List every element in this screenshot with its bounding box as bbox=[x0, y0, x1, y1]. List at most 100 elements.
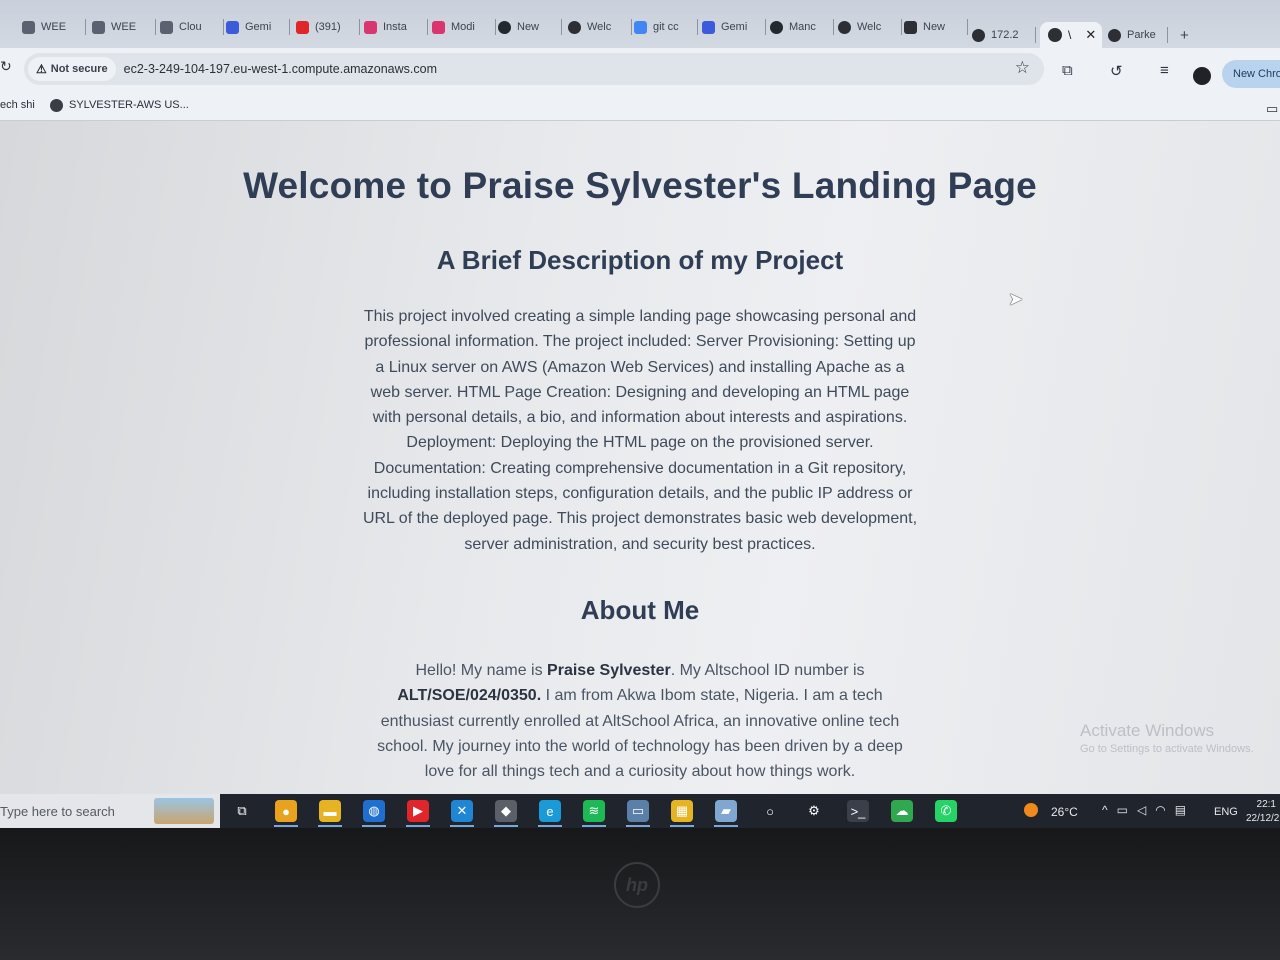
activate-title: Activate Windows bbox=[1080, 721, 1215, 740]
browser-tab[interactable]: (391) bbox=[296, 14, 360, 40]
running-indicator bbox=[714, 825, 738, 827]
globe-icon bbox=[1108, 28, 1121, 42]
running-indicator bbox=[494, 825, 518, 827]
notes-icon[interactable]: ▰ bbox=[715, 800, 737, 822]
reading-list-icon[interactable]: ≡ bbox=[1160, 62, 1169, 79]
folder-icon bbox=[22, 20, 35, 34]
wifi-icon[interactable]: ◠ bbox=[1155, 803, 1174, 817]
bookmark-item[interactable]: ech shi bbox=[0, 97, 35, 113]
new-chrome-button[interactable]: New Chro bbox=[1222, 60, 1280, 88]
weather-icon[interactable] bbox=[1024, 803, 1038, 817]
taskbar-search-input[interactable]: Type here to search bbox=[0, 794, 220, 828]
history-icon[interactable]: ↺ bbox=[1110, 62, 1123, 80]
globe-icon bbox=[50, 98, 63, 112]
browser-tab[interactable]: Gemi bbox=[702, 14, 766, 40]
bookmark-label: SYLVESTER-AWS US... bbox=[69, 99, 189, 111]
tab-separator bbox=[155, 19, 156, 35]
new-tab-button[interactable]: + bbox=[1180, 27, 1189, 44]
tab-separator bbox=[561, 19, 562, 35]
address-bar: ↻ ⚠ Not secure ec2-3-249-104-197.eu-west… bbox=[0, 48, 1280, 90]
running-indicator bbox=[626, 825, 650, 827]
git-icon[interactable]: ◆ bbox=[495, 800, 517, 822]
page-title: Welcome to Praise Sylvester's Landing Pa… bbox=[243, 165, 1037, 206]
security-chip[interactable]: ⚠ Not secure bbox=[28, 57, 116, 81]
browser-tab[interactable]: Insta bbox=[364, 14, 428, 40]
other-bookmarks-icon[interactable]: ▭ bbox=[1266, 101, 1278, 117]
settings-icon[interactable]: ⚙ bbox=[803, 800, 825, 822]
globe-icon bbox=[838, 20, 851, 34]
profile-avatar[interactable] bbox=[1193, 67, 1211, 85]
bookmark-star-icon[interactable]: ☆ bbox=[1015, 58, 1030, 78]
calculator-icon[interactable]: ▦ bbox=[671, 800, 693, 822]
browser-tab[interactable]: git cc bbox=[634, 14, 698, 40]
task-view-icon[interactable]: ⧉ bbox=[231, 800, 253, 822]
google-icon bbox=[634, 20, 647, 34]
tab-separator bbox=[765, 19, 766, 35]
browser-tab[interactable]: Manc bbox=[770, 14, 834, 40]
browser-tab[interactable]: New bbox=[498, 14, 562, 40]
browser-tab[interactable]: 172.2 bbox=[972, 22, 1036, 48]
search-placeholder: Type here to search bbox=[0, 803, 115, 819]
active-tab[interactable]: \ ✕ bbox=[1040, 22, 1102, 48]
page-viewport: Welcome to Praise Sylvester's Landing Pa… bbox=[0, 121, 1280, 794]
globe-icon bbox=[568, 20, 581, 34]
about-text: Hello! My name is Praise Sylvester. My A… bbox=[375, 658, 905, 784]
browser-tab[interactable]: WEE bbox=[92, 14, 156, 40]
project-heading: A Brief Description of my Project bbox=[436, 245, 844, 275]
security-label: Not secure bbox=[50, 63, 108, 75]
extensions-icon[interactable]: ⧉ bbox=[1062, 62, 1073, 79]
instagram-icon bbox=[364, 20, 377, 34]
browser-tab[interactable]: Modi bbox=[432, 14, 496, 40]
language-indicator[interactable]: ENG bbox=[1214, 806, 1238, 818]
mouse-cursor-icon: ➤ bbox=[1008, 289, 1024, 309]
browser-tab[interactable]: Welc bbox=[838, 14, 902, 40]
vscode-icon[interactable]: ✕ bbox=[451, 800, 473, 822]
keyboard-icon[interactable]: ▤ bbox=[1175, 803, 1195, 817]
github-icon bbox=[770, 20, 783, 34]
tab-separator bbox=[1167, 27, 1168, 43]
new-chrome-label: New Chro bbox=[1233, 68, 1280, 80]
edge-icon[interactable]: e bbox=[539, 800, 561, 822]
monitor-icon[interactable]: ▭ bbox=[627, 800, 649, 822]
landing-page: Welcome to Praise Sylvester's Landing Pa… bbox=[0, 165, 1280, 784]
terminal-icon[interactable]: >_ bbox=[847, 800, 869, 822]
app-icon bbox=[432, 20, 445, 34]
whatsapp-icon[interactable]: ✆ bbox=[935, 800, 957, 822]
browser-tab[interactable]: New bbox=[904, 14, 968, 40]
spotify-icon[interactable]: ≋ bbox=[583, 800, 605, 822]
browser-tab[interactable]: Gemi bbox=[226, 14, 290, 40]
globe-icon bbox=[1048, 28, 1062, 42]
chevron-up-icon[interactable]: ^ bbox=[1102, 803, 1117, 817]
tab-separator bbox=[833, 19, 834, 35]
browser-tab[interactable]: WEE bbox=[22, 14, 86, 40]
url-text[interactable]: ec2-3-249-104-197.eu-west-1.compute.amaz… bbox=[124, 62, 437, 76]
tab-label: Welc bbox=[857, 21, 882, 33]
hp-logo-icon: hp bbox=[614, 862, 660, 908]
battery-icon[interactable]: ▭ bbox=[1117, 803, 1137, 817]
cloud-icon[interactable]: ☁ bbox=[891, 800, 913, 822]
app-ring-icon[interactable]: ○ bbox=[759, 800, 781, 822]
youtube-icon[interactable]: ▶ bbox=[407, 800, 429, 822]
clock[interactable]: 22:1 22/12/2 bbox=[1246, 798, 1279, 826]
bookmarks-bar: ech shi SYLVESTER-AWS US... ▭ bbox=[0, 90, 1280, 121]
browser-tab[interactable]: Welc bbox=[568, 14, 632, 40]
reload-icon[interactable]: ↻ bbox=[0, 58, 12, 75]
volume-icon[interactable]: ◁ bbox=[1137, 803, 1155, 817]
chrome-icon[interactable]: ● bbox=[275, 800, 297, 822]
running-indicator bbox=[450, 825, 474, 827]
tab-separator bbox=[495, 19, 496, 35]
app-circle-icon[interactable]: ◍ bbox=[363, 800, 385, 822]
close-tab-icon[interactable]: ✕ bbox=[1085, 27, 1096, 43]
bookmark-item[interactable]: SYLVESTER-AWS US... bbox=[50, 97, 189, 113]
browser-tab[interactable]: Clou bbox=[160, 14, 224, 40]
weather-temperature[interactable]: 26°C bbox=[1051, 805, 1078, 819]
about-name: Praise Sylvester bbox=[547, 661, 671, 679]
browser-tab[interactable]: Parke bbox=[1108, 22, 1168, 48]
warning-icon: ⚠ bbox=[36, 62, 47, 76]
tray-icons: ^▭◁◠▤ bbox=[1102, 803, 1195, 817]
about-id-prefix: . My Altschool ID number is bbox=[670, 661, 865, 679]
tab-separator bbox=[697, 19, 698, 35]
gemini-icon bbox=[702, 20, 715, 34]
omnibox[interactable]: ⚠ Not secure ec2-3-249-104-197.eu-west-1… bbox=[24, 53, 1044, 85]
file-explorer-icon[interactable]: ▬ bbox=[319, 800, 341, 822]
